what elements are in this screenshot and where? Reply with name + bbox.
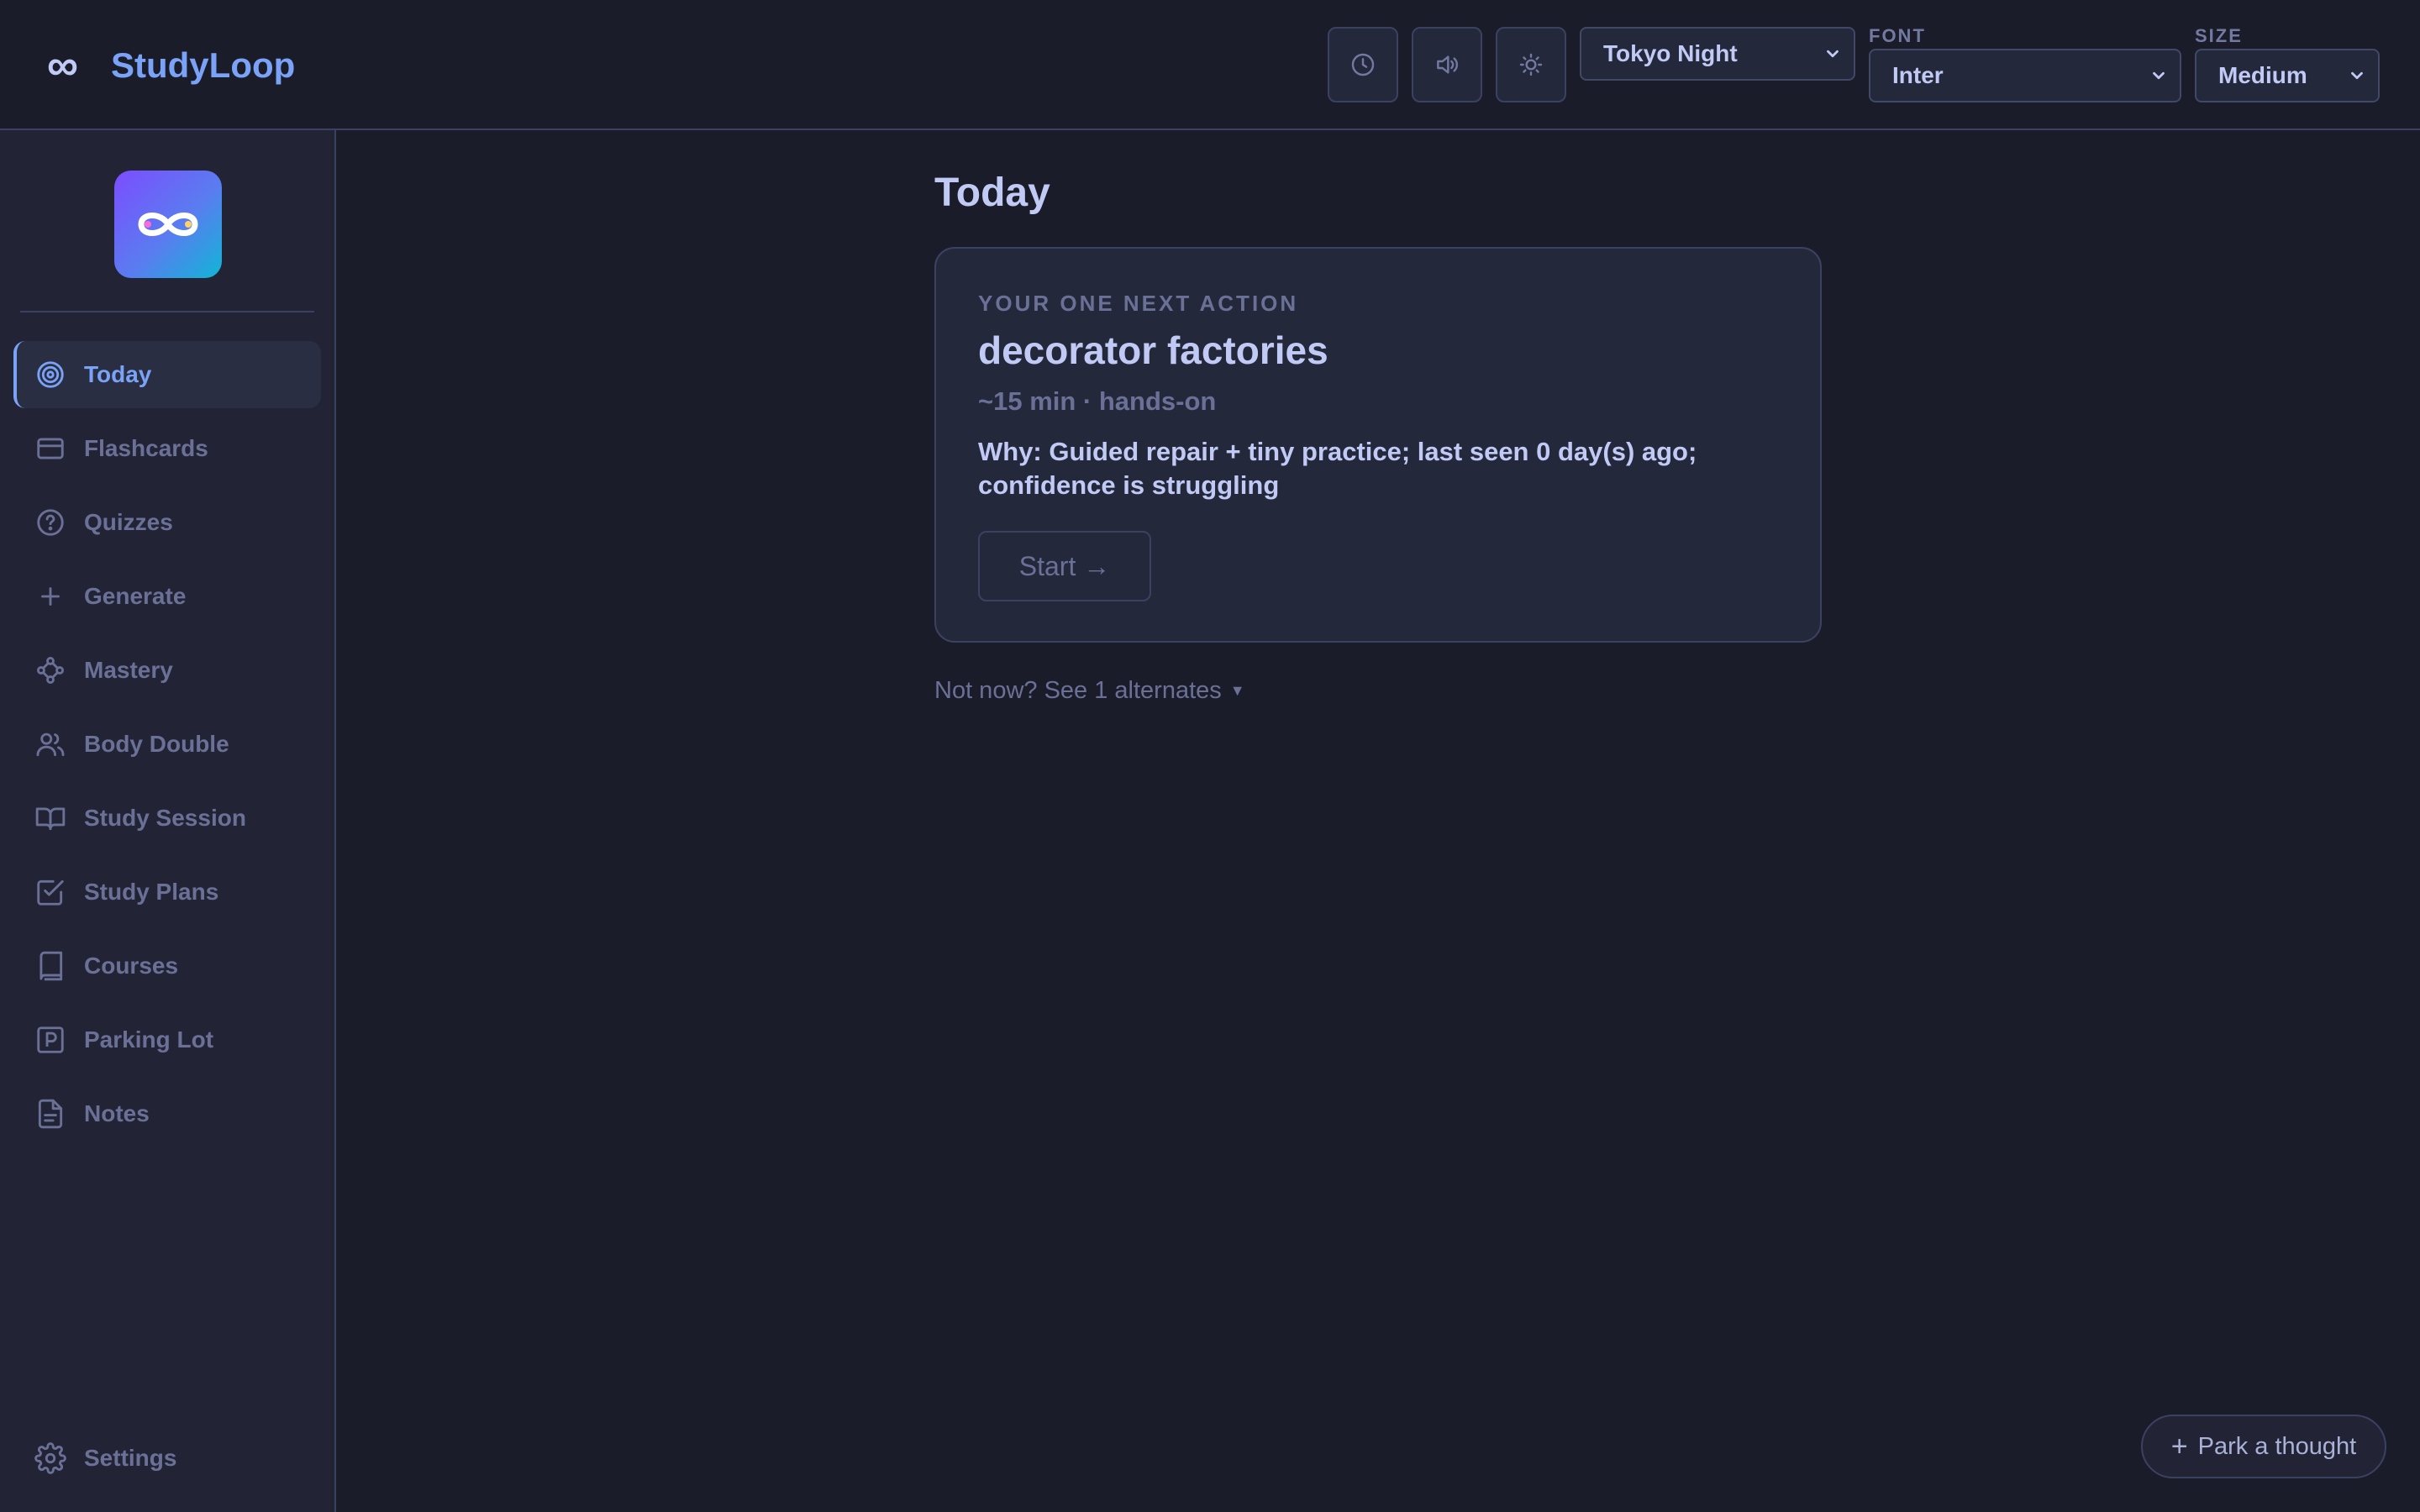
top-bar: ∞ StudyLoop Tokyo Night FONT Inter SIZE … (0, 0, 2420, 130)
sidebar-item-label: Parking Lot (84, 1026, 214, 1053)
app-logo (114, 171, 222, 278)
sidebar-item-mastery[interactable]: Mastery (13, 637, 321, 704)
park-thought-button[interactable]: + Park a thought (2141, 1415, 2386, 1478)
font-select-value: Inter (1892, 62, 1944, 88)
sidebar-item-label: Body Double (84, 731, 229, 757)
target-icon (34, 358, 67, 391)
brand[interactable]: ∞ StudyLoop (47, 40, 295, 91)
book-icon (34, 949, 67, 983)
chevron-down-icon (2351, 71, 2363, 80)
font-select[interactable]: Inter (1869, 49, 2181, 102)
speaker-icon (1437, 55, 1458, 74)
sidebar-item-label: Mastery (84, 657, 173, 683)
sidebar-item-generate[interactable]: Generate (13, 563, 321, 630)
chevron-down-icon (1827, 50, 1839, 58)
card-reason: Why: Guided repair + tiny practice; last… (978, 437, 1697, 500)
sidebar-item-label: Today (84, 361, 152, 387)
gear-icon (34, 1441, 67, 1475)
size-select-value: Medium (2218, 62, 2307, 88)
chevron-down-icon (2153, 71, 2165, 80)
theme-select-value: Tokyo Night (1603, 40, 1738, 66)
sidebar-item-label: Courses (84, 953, 179, 979)
theme-select[interactable]: Tokyo Night (1580, 27, 1855, 81)
infinity-icon: ∞ (47, 41, 79, 90)
font-label: FONT (1869, 25, 1926, 46)
clock-icon (1351, 53, 1375, 76)
size-label: SIZE (2195, 25, 2243, 46)
check-square-icon (34, 875, 67, 909)
next-action-card: YOUR ONE NEXT ACTION decorator factories… (934, 247, 1822, 643)
sidebar-item-body-double[interactable]: Body Double (13, 711, 321, 778)
plus-icon (34, 580, 67, 613)
sidebar-item-label: Generate (84, 583, 187, 609)
card-title: decorator factories (978, 328, 1328, 372)
sidebar-item-notes[interactable]: Notes (13, 1080, 321, 1147)
help-circle-icon (34, 506, 67, 539)
infinity-logo-icon (138, 213, 198, 236)
park-thought-label: Park a thought (2197, 1432, 2357, 1460)
sun-icon (1519, 53, 1543, 76)
card-meta: ~15 min · hands-on (978, 386, 1217, 416)
file-text-icon (34, 1097, 67, 1131)
sidebar-item-label: Settings (84, 1445, 177, 1471)
parking-icon (34, 1023, 67, 1057)
sidebar-item-label: Notes (84, 1100, 150, 1126)
start-button[interactable]: Start → (978, 531, 1151, 601)
caret-down-icon: ▼ (1229, 682, 1245, 699)
users-icon (34, 727, 67, 761)
sidebar-divider (20, 311, 314, 312)
brightness-button[interactable] (1496, 27, 1566, 102)
sidebar-item-label: Quizzes (84, 509, 173, 535)
sidebar-item-label: Flashcards (84, 435, 208, 461)
plus-icon: + (2170, 1430, 2188, 1462)
open-book-icon (34, 801, 67, 835)
size-select[interactable]: Medium (2195, 49, 2380, 102)
sidebar-item-parking-lot[interactable]: Parking Lot (13, 1006, 321, 1074)
card-eyebrow: YOUR ONE NEXT ACTION (978, 291, 1299, 316)
sidebar-item-settings[interactable]: Settings (13, 1425, 321, 1492)
sidebar-item-today[interactable]: Today (13, 341, 321, 408)
sidebar-item-quizzes[interactable]: Quizzes (13, 489, 321, 556)
sidebar: Today Flashcards Quizzes Generate Master… (0, 130, 336, 1512)
network-icon (34, 654, 67, 687)
sidebar-item-study-session[interactable]: Study Session (13, 785, 321, 852)
timer-button[interactable] (1328, 27, 1398, 102)
sound-button[interactable] (1412, 27, 1482, 102)
app-name: StudyLoop (111, 45, 296, 85)
alternates-label: Not now? See 1 alternates (934, 677, 1222, 704)
sidebar-item-label: Study Plans (84, 879, 219, 905)
alternates-toggle[interactable]: Not now? See 1 alternates ▼ (934, 677, 1245, 705)
sidebar-item-flashcards[interactable]: Flashcards (13, 415, 321, 482)
sidebar-item-courses[interactable]: Courses (13, 932, 321, 1000)
sidebar-item-study-plans[interactable]: Study Plans (13, 858, 321, 926)
sidebar-item-label: Study Session (84, 805, 246, 831)
page-title: Today (934, 171, 1050, 215)
card-icon (34, 432, 67, 465)
